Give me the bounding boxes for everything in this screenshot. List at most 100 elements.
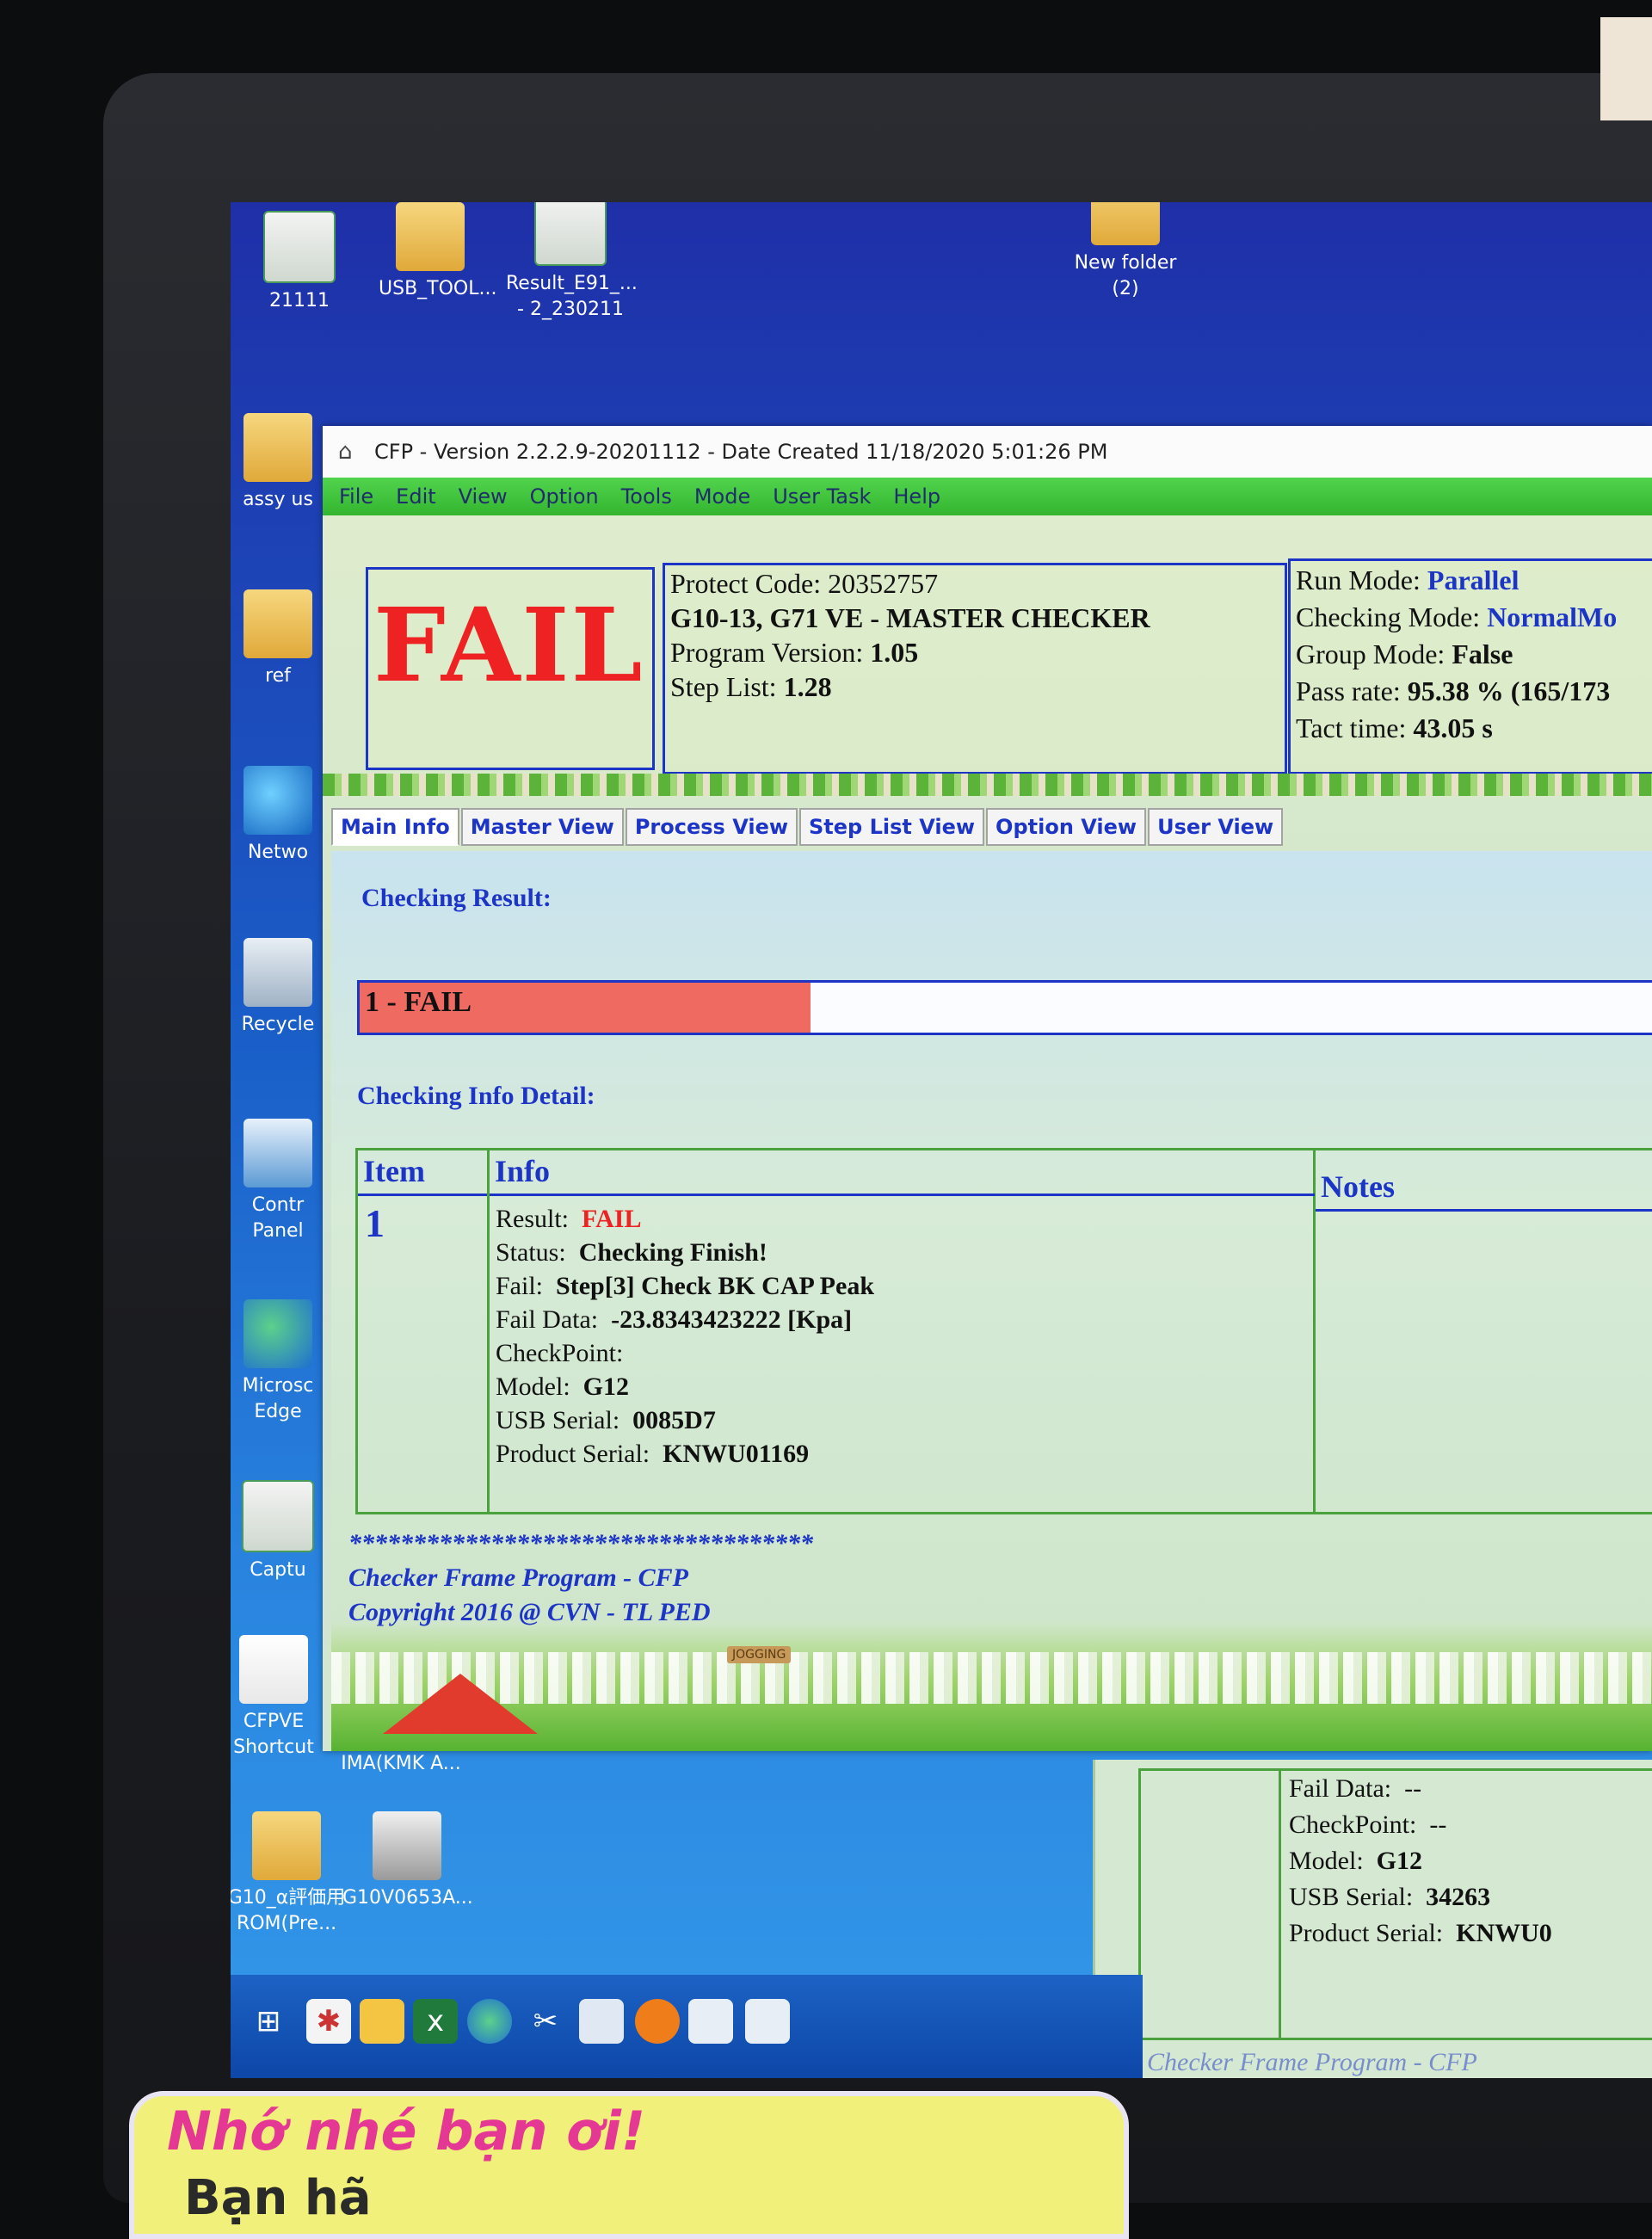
- detail-value: --: [1429, 1810, 1447, 1839]
- desktop-icon-new-folder[interactable]: New folder (2): [1057, 202, 1194, 302]
- window-title: CFP - Version 2.2.2.9-20201112 - Date Cr…: [374, 440, 1108, 464]
- run-mode-panel: Run Mode: Parallel Checking Mode: Normal…: [1288, 558, 1652, 774]
- checking-result-heading: Checking Result:: [361, 884, 552, 912]
- network-icon: [243, 766, 312, 835]
- menu-view[interactable]: View: [447, 484, 519, 509]
- background-cfp-window[interactable]: Fail Data: -- CheckPoint: -- Model: G12 …: [1093, 1760, 1652, 2078]
- status-value: Checking Finish!: [578, 1238, 767, 1267]
- menu-tools[interactable]: Tools: [610, 484, 683, 509]
- desktop-icon-cfp-shortcut[interactable]: CFPVE Shortcut: [231, 1635, 325, 1761]
- menu-user-task[interactable]: User Task: [761, 484, 882, 509]
- cfp-taskbar-icon-2[interactable]: [745, 1999, 790, 2044]
- detail-label: USB Serial:: [1289, 1883, 1414, 1911]
- status-panel: FAIL: [366, 567, 655, 770]
- desktop-icon-label: CFPVE: [243, 1711, 305, 1732]
- desktop-icon-label: Result_E91_...: [506, 273, 638, 294]
- menu-mode[interactable]: Mode: [683, 484, 761, 509]
- menu-edit[interactable]: Edit: [385, 484, 447, 509]
- desktop-icon-result-file[interactable]: Result_E91_... - 2_230211: [506, 202, 638, 323]
- detail-row: CheckPoint:: [496, 1336, 874, 1370]
- desktop-icon-network[interactable]: Netwo: [231, 766, 330, 866]
- menu-file[interactable]: File: [328, 484, 385, 509]
- result-progress-bar: 1 - FAIL: [357, 980, 1652, 1035]
- pass-rate-value: 95.38 % (165/173: [1407, 675, 1611, 706]
- jogging-sign: JOGGING: [727, 1646, 792, 1663]
- cfp-taskbar-icon-1[interactable]: [688, 1999, 733, 2044]
- desktop-icon-ima[interactable]: IMA(KMK A...: [332, 1751, 470, 1777]
- header-info: Info: [490, 1150, 1315, 1196]
- desktop-icon-21111[interactable]: 21111: [248, 211, 351, 314]
- desktop-icon-control-panel[interactable]: Contr Panel: [231, 1119, 330, 1244]
- detail-label: CheckPoint:: [1289, 1810, 1417, 1839]
- cfp-main-window[interactable]: ⌂ CFP - Version 2.2.2.9-20201112 - Date …: [323, 426, 1652, 1751]
- desktop-icon-label-2: - 2_230211: [517, 299, 624, 320]
- header-item: Item: [358, 1150, 487, 1196]
- checker-name: G10-13, G71 VE - MASTER CHECKER: [670, 602, 1150, 633]
- title-bar[interactable]: ⌂ CFP - Version 2.2.2.9-20201112 - Date …: [323, 426, 1652, 478]
- desktop-icon-g10-rom[interactable]: G10_α評価用 ROM(Pre...: [231, 1811, 351, 1937]
- product-serial-value: KNWU01169: [663, 1440, 810, 1468]
- detail-label: Status:: [496, 1238, 566, 1267]
- background-detail-lines: Fail Data: -- CheckPoint: -- Model: G12 …: [1289, 1771, 1552, 1952]
- desktop-icon-label: Recycle: [241, 1014, 315, 1035]
- tab-user-view[interactable]: User View: [1148, 808, 1284, 846]
- folder-icon: [243, 413, 312, 482]
- network-tool-icon[interactable]: [579, 1999, 624, 2044]
- desktop-icon-label: USB_TOOL...: [379, 278, 497, 299]
- edge-icon: [243, 1299, 312, 1368]
- tab-main-info[interactable]: Main Info: [331, 808, 459, 846]
- tab-process-view[interactable]: Process View: [625, 808, 798, 846]
- desktop-icon-g10v0653a[interactable]: G10V0653A...: [342, 1811, 473, 1911]
- edge-taskbar-icon[interactable]: [467, 1999, 512, 2044]
- main-info-content: Checking Result: 1 - FAIL Checking Info …: [331, 851, 1652, 1751]
- detail-row: Model: G12: [496, 1370, 874, 1403]
- detail-row: Fail Data: -23.8343423222 [Kpa]: [496, 1303, 874, 1336]
- detail-row: Fail: Step[3] Check BK CAP Peak: [496, 1269, 874, 1303]
- file-explorer-icon[interactable]: [360, 1999, 404, 2044]
- detail-label: Product Serial:: [1289, 1919, 1444, 1947]
- pumpkin-app-icon[interactable]: [635, 1999, 680, 2044]
- snipping-tool-icon[interactable]: ✂: [523, 1999, 568, 2044]
- desktop-icon-capture[interactable]: Captu: [231, 1480, 330, 1583]
- pass-rate-line: Pass rate: 95.38 % (165/173: [1296, 674, 1652, 709]
- desktop-icon-label: ref: [265, 665, 291, 687]
- menu-option[interactable]: Option: [519, 484, 610, 509]
- desktop-icon-label-2: (2): [1112, 278, 1139, 299]
- tab-bar: Main Info Master View Process View Step …: [331, 808, 1285, 846]
- checking-mode-line: Checking Mode: NormalMo: [1296, 600, 1652, 635]
- tab-step-list-view[interactable]: Step List View: [799, 808, 985, 846]
- pass-rate-label: Pass rate:: [1296, 675, 1401, 706]
- protect-code-label: Protect Code:: [670, 568, 822, 599]
- recycle-bin-icon: [243, 938, 312, 1007]
- group-mode-line: Group Mode: False: [1296, 637, 1652, 672]
- tab-master-view[interactable]: Master View: [460, 808, 624, 846]
- protect-code-line: Protect Code: 20352757: [670, 567, 1285, 600]
- detail-row: Product Serial: KNWU0: [1289, 1915, 1552, 1952]
- usb-serial-value: 0085D7: [632, 1406, 716, 1434]
- program-version-line: Program Version: 1.05: [670, 636, 1285, 669]
- desktop-icon-edge[interactable]: Microsc Edge: [231, 1299, 330, 1425]
- item-number: 1: [365, 1201, 385, 1245]
- desktop-icon-ref[interactable]: ref: [231, 589, 330, 689]
- checking-mode-value: NormalMo: [1487, 601, 1618, 632]
- detail-value: 34263: [1426, 1883, 1491, 1911]
- desktop-icon-assy[interactable]: assy us: [231, 413, 330, 513]
- desktop-icon-label: assy us: [243, 489, 313, 510]
- background-footer: Checker Frame Program - CFP: [1147, 2048, 1477, 2076]
- sticker-line-1: Nhớ nhé bạn ơi!: [167, 2100, 646, 2162]
- desktop-icon-label: Contr: [251, 1194, 305, 1216]
- desktop-icon-usb-tool[interactable]: USB_TOOL...: [379, 202, 497, 302]
- detail-lines: Result: FAIL Status: Checking Finish! Fa…: [496, 1202, 874, 1471]
- fail-data-value: -23.8343423222 [Kpa]: [611, 1305, 853, 1334]
- desktop-icon-recycle-bin[interactable]: Recycle: [231, 938, 330, 1038]
- step-list-line: Step List: 1.28: [670, 670, 1285, 703]
- desktop-icon-label: Netwo: [247, 842, 309, 863]
- menu-help[interactable]: Help: [882, 484, 952, 509]
- tab-option-view[interactable]: Option View: [986, 808, 1147, 846]
- app-pinned-icon[interactable]: ✱: [306, 1999, 351, 2044]
- start-windows-icon[interactable]: ⊞: [246, 1999, 291, 2044]
- excel-icon[interactable]: x: [413, 1999, 458, 2044]
- detail-value: --: [1404, 1774, 1422, 1803]
- folder-icon: [1091, 202, 1160, 245]
- folder-icon: [243, 589, 312, 658]
